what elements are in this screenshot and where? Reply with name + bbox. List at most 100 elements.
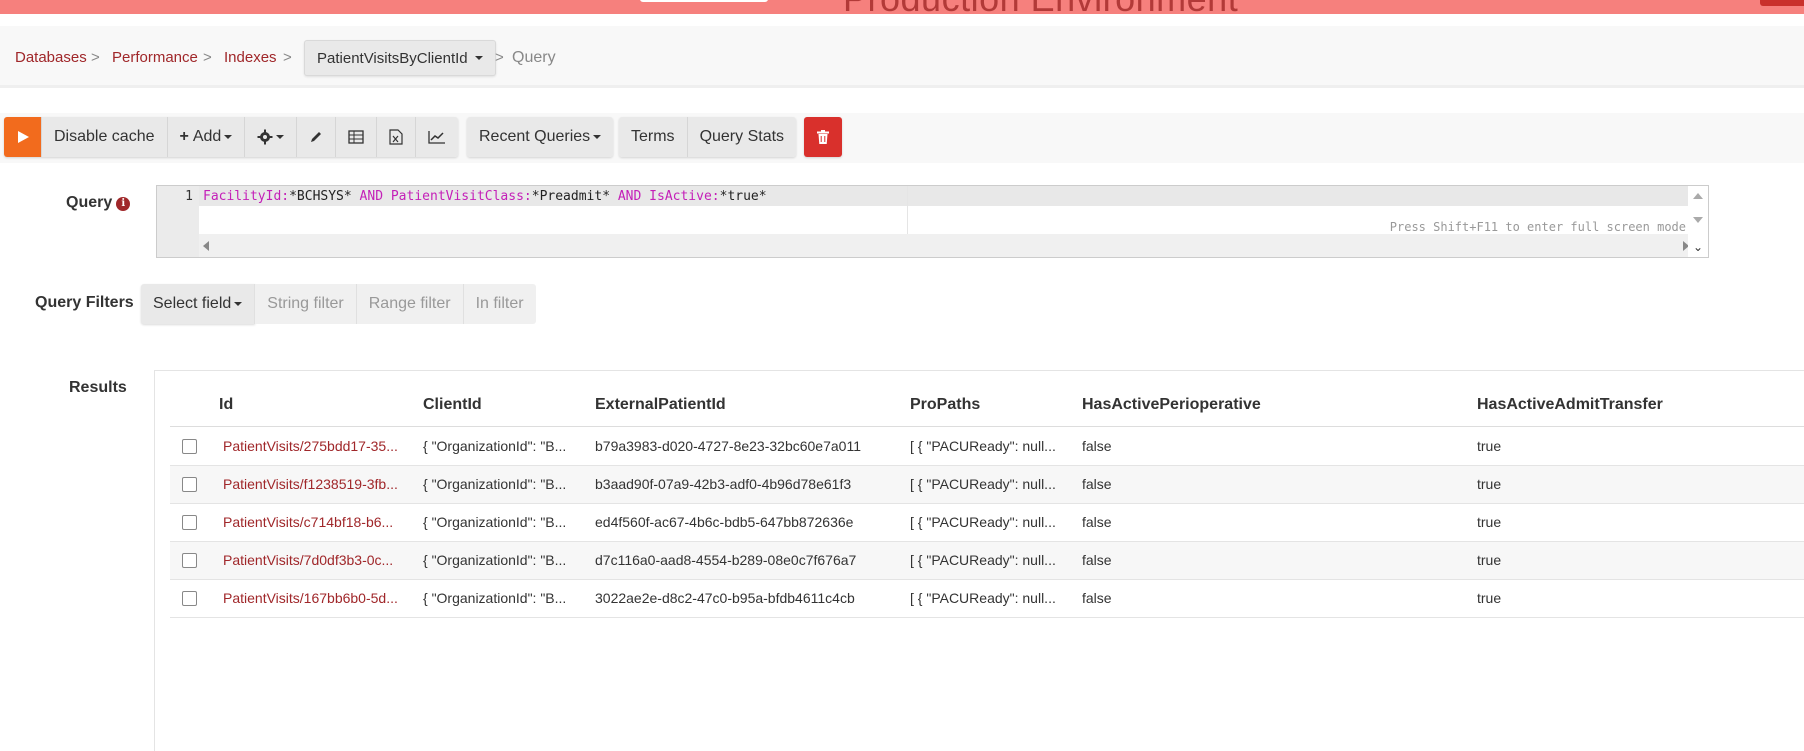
excel-icon <box>389 129 403 145</box>
chevron-down-icon <box>593 135 602 139</box>
add-button-label: Add <box>192 128 222 145</box>
row-checkbox[interactable] <box>182 553 197 568</box>
expand-chevron-icon[interactable]: ⌄ <box>1693 240 1703 254</box>
table-icon <box>348 130 364 144</box>
table-view-button[interactable] <box>336 117 378 157</box>
chevron-down-icon <box>474 56 483 60</box>
column-header-hasactiveperioperative[interactable]: HasActivePerioperative <box>1082 396 1261 414</box>
select-field-label: Select field <box>153 295 232 312</box>
table-header-divider <box>170 426 1804 427</box>
query-label: Query i <box>66 194 131 212</box>
document-id-link[interactable]: PatientVisits/f1238519-3fb... <box>223 476 403 492</box>
recent-queries-label: Recent Queries <box>479 128 591 145</box>
scroll-left-icon[interactable] <box>203 241 209 251</box>
cell-propaths: [ { "PACUReady": null... <box>910 514 1056 530</box>
toolbar-main-group: Disable cache + Add <box>4 117 459 157</box>
cell-clientid: { "OrganizationId": "B... <box>423 514 567 530</box>
cell-hasactiveperioperative: false <box>1082 590 1112 606</box>
query-operator-token: AND <box>617 189 642 204</box>
scroll-up-icon[interactable] <box>1693 193 1703 199</box>
scroll-down-icon[interactable] <box>1693 217 1703 223</box>
chart-button[interactable] <box>416 117 459 157</box>
column-header-propaths[interactable]: ProPaths <box>910 396 980 414</box>
breadcrumb-separator: > <box>203 49 212 66</box>
play-icon <box>17 131 29 143</box>
document-id-link[interactable]: PatientVisits/7d0df3b3-0c... <box>223 552 403 568</box>
environment-title: Production Environment <box>843 0 1238 14</box>
environment-banner: Production Environment <box>0 0 1804 14</box>
recent-queries-group: Recent Queries <box>467 117 614 157</box>
row-checkbox[interactable] <box>182 591 197 606</box>
column-header-externalpatientid[interactable]: ExternalPatientId <box>595 396 726 414</box>
query-field-token: FacilityId: <box>203 189 290 204</box>
breadcrumb-performance[interactable]: Performance <box>112 49 198 66</box>
fullscreen-hint: Press Shift+F11 to enter full screen mod… <box>1389 220 1686 234</box>
gear-icon <box>257 129 273 145</box>
cell-propaths: [ { "PACUReady": null... <box>910 438 1056 454</box>
range-filter-button[interactable]: Range filter <box>356 284 464 324</box>
table-row: PatientVisits/f1238519-3fb... { "Organiz… <box>170 466 1804 504</box>
query-toolbar: Disable cache + Add Recent Queries Terms… <box>0 113 1804 163</box>
table-row: PatientVisits/c714bf18-b6... { "Organiza… <box>170 504 1804 542</box>
cell-hasactiveadmittransfer: true <box>1477 552 1502 568</box>
row-checkbox[interactable] <box>182 439 197 454</box>
cell-clientid: { "OrganizationId": "B... <box>423 552 567 568</box>
column-header-clientid[interactable]: ClientId <box>423 396 482 414</box>
cell-hasactiveadmittransfer: true <box>1477 590 1502 606</box>
row-checkbox[interactable] <box>182 515 197 530</box>
edit-button[interactable] <box>297 117 337 157</box>
cell-propaths: [ { "PACUReady": null... <box>910 590 1056 606</box>
breadcrumb-separator: > <box>91 49 100 66</box>
cell-externalpatientid: d7c116a0-aad8-4554-b289-08e0c7f676a7 <box>595 552 857 568</box>
row-checkbox[interactable] <box>182 477 197 492</box>
query-field-token: IsActive: <box>649 189 720 204</box>
disable-cache-button[interactable]: Disable cache <box>42 117 168 157</box>
document-id-link[interactable]: PatientVisits/167bb6b0-5d... <box>223 590 403 606</box>
query-value-token: *BCHSYS* <box>289 189 352 204</box>
document-id-link[interactable]: PatientVisits/c714bf18-b6... <box>223 514 403 530</box>
in-filter-button[interactable]: In filter <box>463 284 536 324</box>
trash-icon <box>817 130 829 144</box>
cell-externalpatientid: 3022ae2e-d8c2-47c0-b95a-bfdb4611c4cb <box>595 590 855 606</box>
cell-clientid: { "OrganizationId": "B... <box>423 590 567 606</box>
cell-hasactiveadmittransfer: true <box>1477 476 1502 492</box>
query-label-text: Query <box>66 194 113 211</box>
cell-hasactiveperioperative: false <box>1082 476 1112 492</box>
cell-hasactiveperioperative: false <box>1082 514 1112 530</box>
cell-externalpatientid: ed4f560f-ac67-4b6c-bdb5-647bb872636e <box>595 514 854 530</box>
index-selector-label: PatientVisitsByClientId <box>317 49 468 67</box>
horizontal-scrollbar[interactable] <box>199 234 1708 257</box>
delete-button[interactable] <box>804 117 842 157</box>
breadcrumb-separator: > <box>495 49 504 66</box>
table-row: PatientVisits/167bb6b0-5d... { "Organiza… <box>170 580 1804 618</box>
settings-button[interactable] <box>245 117 298 157</box>
column-header-hasactiveadmittransfer[interactable]: HasActiveAdmitTransfer <box>1477 396 1663 414</box>
line-number: 1 <box>185 189 193 204</box>
query-text[interactable]: FacilityId:*BCHSYS* AND PatientVisitClas… <box>203 189 767 204</box>
cell-propaths: [ { "PACUReady": null... <box>910 476 1056 492</box>
string-filter-button[interactable]: String filter <box>255 284 357 324</box>
terms-button[interactable]: Terms <box>619 117 688 157</box>
breadcrumb-databases[interactable]: Databases <box>15 49 87 66</box>
cell-hasactiveadmittransfer: true <box>1477 514 1502 530</box>
query-editor[interactable]: 1 FacilityId:*BCHSYS* AND PatientVisitCl… <box>156 185 1709 258</box>
vertical-scrollbar[interactable]: ⌄ <box>1688 186 1708 257</box>
index-selector-dropdown[interactable]: PatientVisitsByClientId <box>304 40 496 76</box>
info-icon[interactable]: i <box>116 197 131 211</box>
chevron-down-icon <box>234 302 243 306</box>
document-id-link[interactable]: PatientVisits/275bdd17-35... <box>223 438 403 454</box>
breadcrumb-indexes[interactable]: Indexes <box>224 49 277 66</box>
query-filters-label: Query Filters <box>35 294 134 311</box>
banner-action-button[interactable] <box>1760 0 1804 6</box>
add-button[interactable]: + Add <box>167 117 246 157</box>
cell-clientid: { "OrganizationId": "B... <box>423 438 567 454</box>
query-stats-button[interactable]: Query Stats <box>687 117 797 157</box>
cell-hasactiveperioperative: false <box>1082 438 1112 454</box>
cell-externalpatientid: b79a3983-d020-4727-8e23-32bc60e7a011 <box>595 438 861 454</box>
chevron-down-icon <box>224 135 233 139</box>
run-query-button[interactable] <box>4 117 42 157</box>
recent-queries-button[interactable]: Recent Queries <box>467 117 614 157</box>
column-header-id[interactable]: Id <box>219 396 233 414</box>
export-excel-button[interactable] <box>377 117 417 157</box>
select-field-dropdown[interactable]: Select field <box>141 284 256 324</box>
